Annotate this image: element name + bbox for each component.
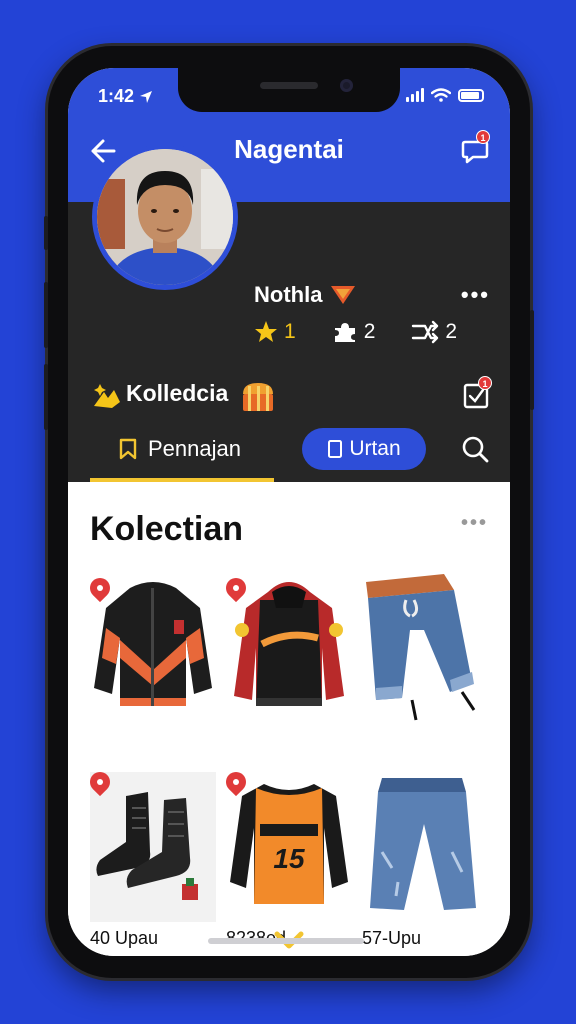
stat-stars[interactable]: 1 [254, 320, 296, 344]
phone-frame: 1:42 Nagentai 1 Nothla ••• 1 2 2 Kolledc… [44, 46, 534, 978]
battery-icon [458, 88, 484, 102]
tab-pennajan[interactable]: Pennajan [90, 416, 274, 482]
profile-stats: 1 2 2 [254, 320, 457, 344]
product-boots[interactable] [85, 767, 216, 922]
jeans-icon [370, 778, 476, 910]
speaker [260, 82, 318, 89]
stat-share[interactable]: 2 [411, 320, 457, 344]
hoodie-icon [234, 582, 344, 706]
jeans-shorts-icon [366, 574, 476, 721]
app-screen: 1:42 Nagentai 1 Nothla ••• 1 2 2 Kolledc… [68, 68, 510, 956]
sparkle-hand-icon [94, 384, 120, 408]
section-more-button[interactable]: ••• [461, 512, 488, 535]
home-indicator[interactable] [208, 938, 364, 944]
jersey-icon: 15 [230, 784, 348, 904]
product-hoodie-red[interactable] [221, 573, 352, 728]
stat-puzzle[interactable]: 2 [332, 320, 375, 344]
product-jeans-shorts[interactable] [362, 572, 488, 722]
signal-icon [406, 88, 424, 102]
volume-up-button [44, 282, 48, 348]
collection-title: Kolledcia [126, 380, 229, 406]
volume-down-button [44, 364, 48, 430]
messages-button[interactable]: 1 [460, 130, 490, 166]
verified-ribbon-icon [331, 286, 356, 304]
mute-switch [44, 216, 48, 250]
notch [178, 68, 400, 112]
product-jacket-orange[interactable] [85, 573, 216, 728]
wifi-icon [431, 88, 451, 102]
camera [340, 79, 353, 92]
treasure-chest-icon [243, 383, 273, 411]
tab-bar: Pennajan Urtan [68, 416, 510, 482]
status-time: 1:42 [98, 86, 153, 107]
avatar[interactable] [92, 144, 238, 290]
product-jeans-long[interactable] [362, 772, 488, 922]
search-icon[interactable] [460, 434, 490, 464]
message-badge: 1 [476, 130, 490, 144]
profile-name: Nothla [254, 282, 356, 308]
person-photo-icon [97, 149, 233, 285]
share-icon [412, 320, 439, 344]
checklist-button[interactable]: 1 [462, 376, 492, 410]
svg-text:15: 15 [273, 843, 305, 874]
collection-content: Kolectian ••• 15 40 Upau 57-Upu [68, 482, 510, 956]
puzzle-icon [334, 323, 355, 342]
checklist-badge: 1 [478, 376, 492, 390]
section-title: Kolectian [90, 510, 244, 548]
price-label: 40 Upau [90, 928, 159, 948]
jacket-icon [94, 582, 212, 706]
page-icon [328, 440, 343, 458]
tab-urtan[interactable]: Urtan [302, 428, 426, 470]
product-jersey-orange[interactable]: 15 [221, 767, 352, 922]
boots-icon [96, 792, 198, 900]
star-icon [255, 321, 277, 342]
collection-row: Kolledcia 1 [68, 370, 510, 422]
bookmark-icon [119, 438, 137, 460]
price-label: 57-Upu [362, 928, 422, 948]
status-icons [406, 88, 484, 102]
location-arrow-icon [140, 91, 153, 104]
more-options-button[interactable]: ••• [461, 282, 490, 308]
power-button [530, 310, 534, 410]
